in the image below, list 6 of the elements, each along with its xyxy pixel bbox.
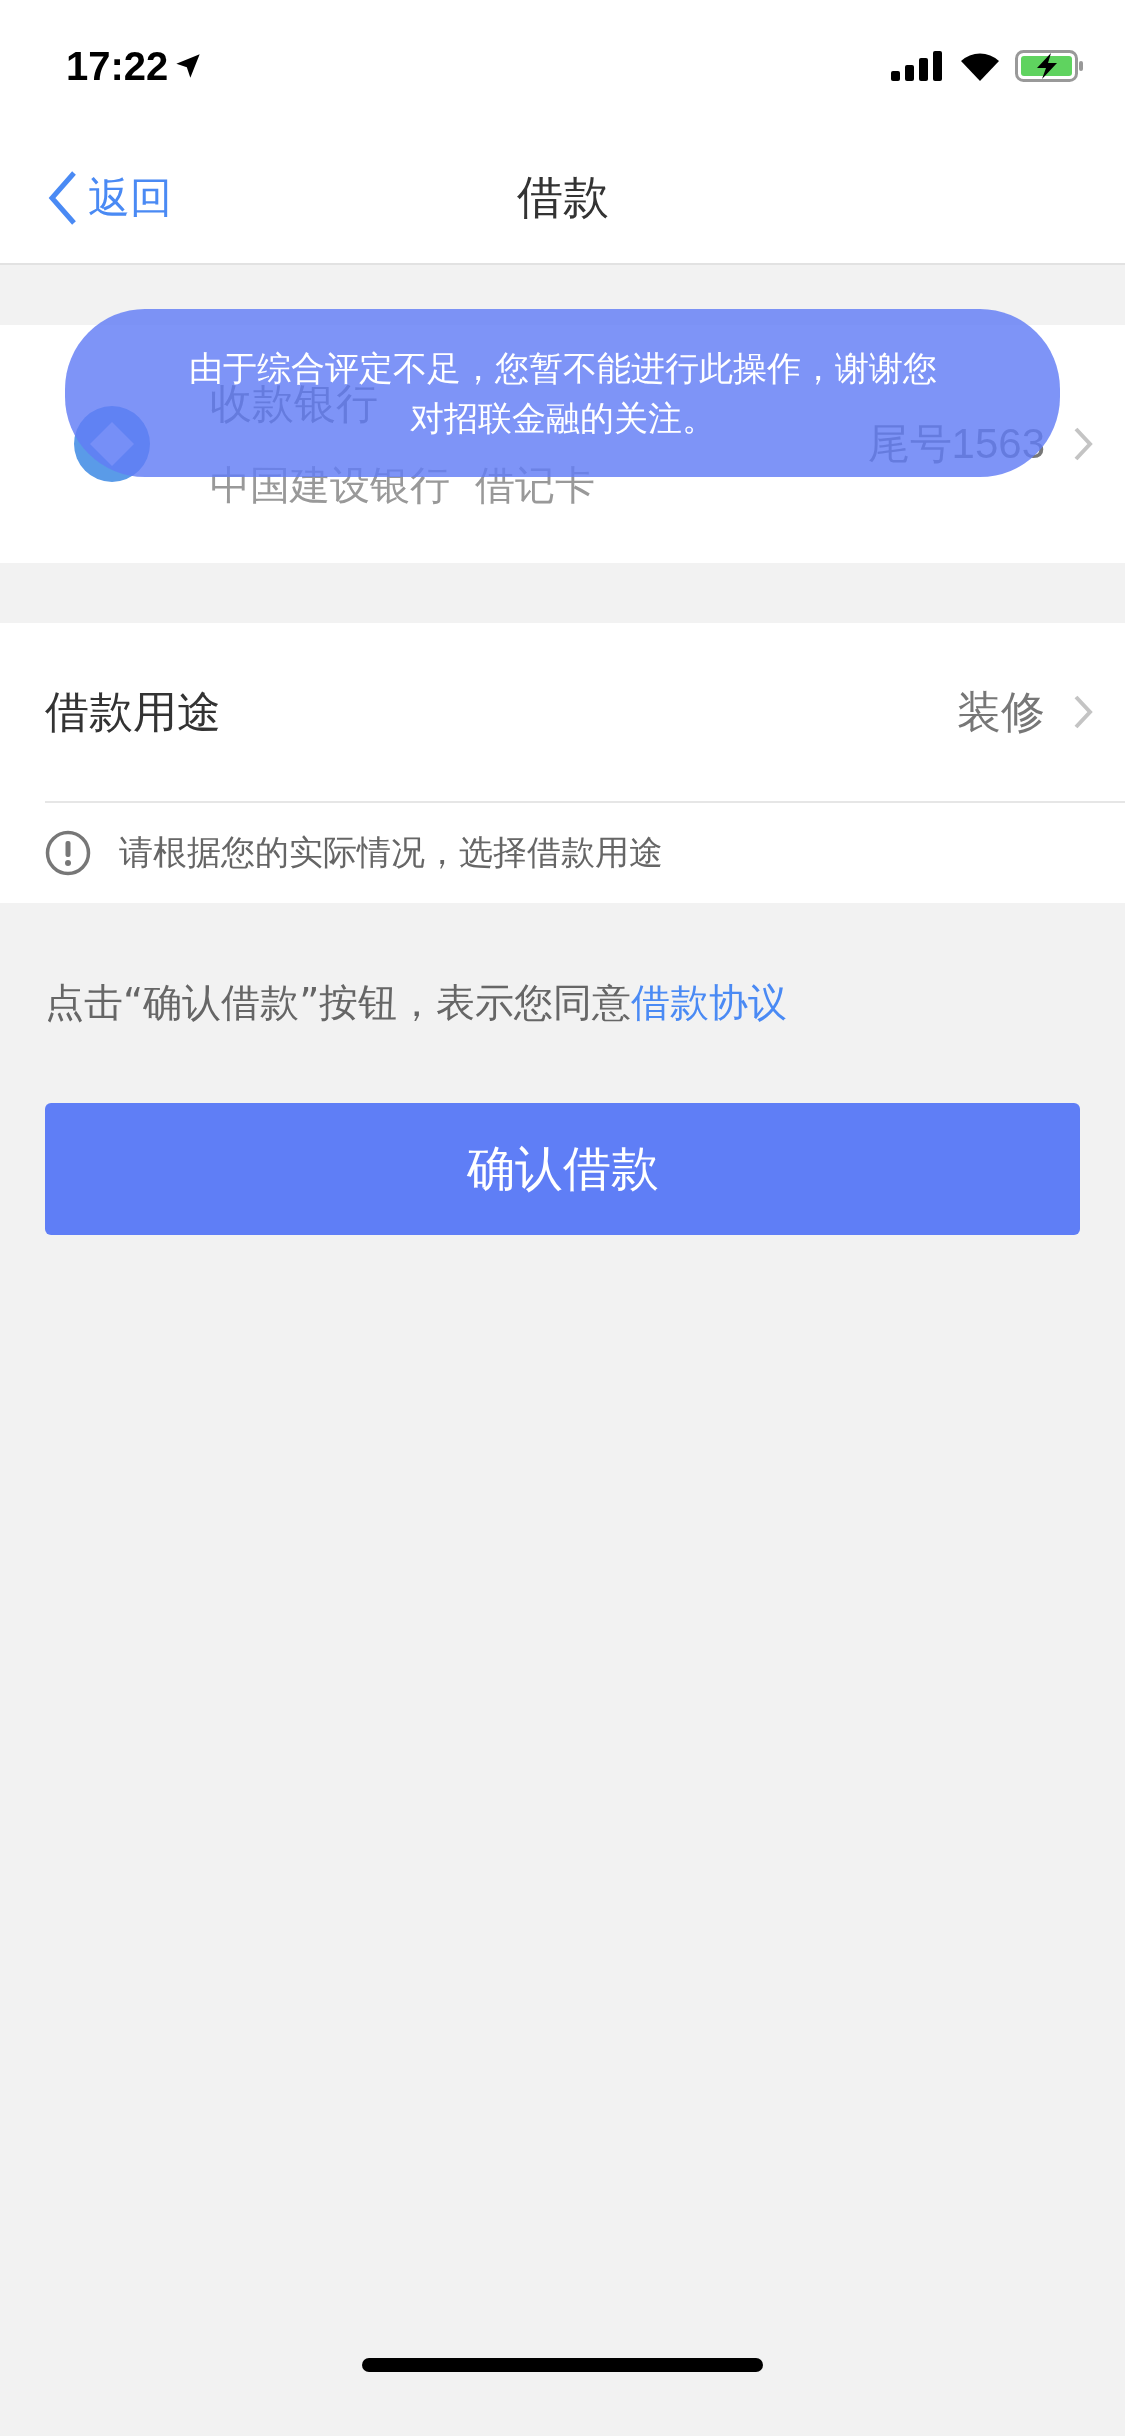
purpose-label: 借款用途 — [45, 684, 222, 739]
status-time: 17:22 — [66, 43, 169, 89]
purpose-hint: 请根据您的实际情况，选择借款用途 — [119, 831, 663, 874]
purpose-value: 装修 — [957, 684, 1045, 739]
agreement-text: 点击“确认借款”按钮，表示您同意借款协议 — [0, 903, 1125, 1103]
page-title: 借款 — [516, 168, 609, 226]
